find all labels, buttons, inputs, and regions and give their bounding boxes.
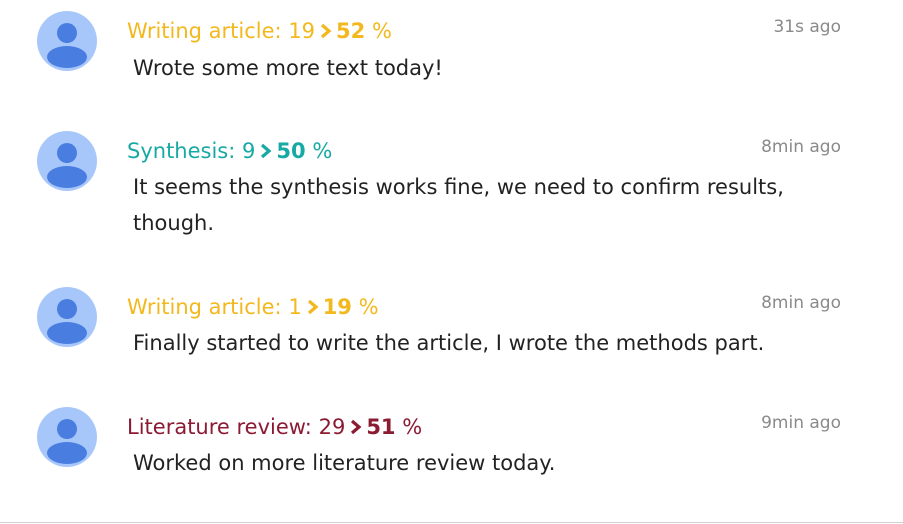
entry-timestamp: 8min ago	[761, 293, 841, 313]
progress-change: Literature review: 29 51 %	[127, 414, 422, 440]
task-name: Writing article:	[127, 19, 282, 43]
task-name: Synthesis:	[127, 139, 236, 163]
chevron-right-icon	[351, 419, 362, 435]
task-name: Writing article:	[127, 295, 282, 319]
task-name: Literature review:	[127, 415, 312, 439]
progress-change: Writing article: 1 19 %	[127, 294, 379, 320]
entry-message: Worked on more literature review today.	[133, 451, 556, 475]
progress-change: Writing article: 19 52 %	[127, 18, 392, 44]
entry-timestamp: 9min ago	[761, 413, 841, 433]
progress-unit: %	[358, 295, 379, 319]
entry-timestamp: 31s ago	[773, 17, 841, 37]
feed-divider	[0, 522, 903, 523]
new-progress-value: 52	[336, 19, 366, 43]
old-progress-value: 19	[288, 19, 316, 43]
chevron-right-icon	[321, 23, 332, 39]
user-avatar-icon[interactable]	[37, 287, 97, 347]
old-progress-value: 29	[318, 415, 346, 439]
new-progress-value: 19	[322, 295, 352, 319]
new-progress-value: 50	[276, 139, 306, 163]
entry-message: Finally started to write the article, I …	[133, 331, 765, 355]
old-progress-value: 9	[242, 139, 256, 163]
chevron-right-icon	[261, 143, 272, 159]
progress-unit: %	[402, 415, 423, 439]
progress-change: Synthesis: 9 50 %	[127, 138, 332, 164]
user-avatar-icon[interactable]	[37, 407, 97, 467]
user-avatar-icon[interactable]	[37, 131, 97, 191]
activity-feed: Writing article: 19 52 % 31s ago Wrote so…	[0, 0, 903, 523]
user-avatar-icon[interactable]	[37, 11, 97, 71]
entry-message: Wrote some more text today!	[133, 56, 443, 80]
new-progress-value: 51	[366, 415, 396, 439]
progress-unit: %	[371, 19, 392, 43]
entry-timestamp: 8min ago	[761, 137, 841, 157]
progress-unit: %	[312, 139, 333, 163]
chevron-right-icon	[307, 299, 319, 315]
old-progress-value: 1	[288, 295, 302, 319]
entry-message: It seems the synthesis works fine, we ne…	[133, 175, 784, 235]
